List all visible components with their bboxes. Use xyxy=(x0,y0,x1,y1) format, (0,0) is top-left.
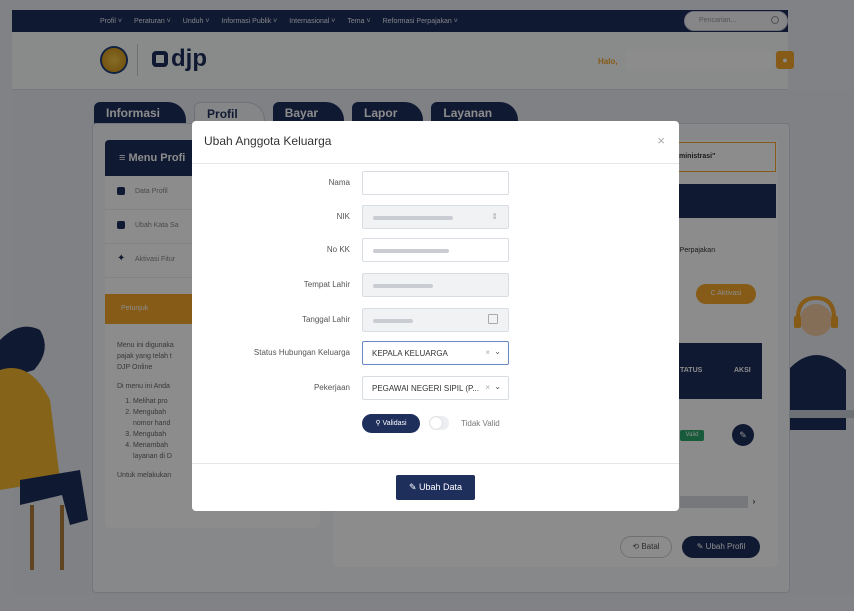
ubah-data-button[interactable]: ✎ Ubah Data xyxy=(396,475,475,500)
edit-family-member-dialog: Ubah Anggota Keluarga × Nama NIK ⇕ No KK… xyxy=(192,121,679,511)
chevron-down-icon[interactable]: ⌄ xyxy=(494,382,501,391)
divider xyxy=(192,163,679,164)
field-label: Tempat Lahir xyxy=(303,280,350,289)
validity-status: Tidak Valid xyxy=(461,419,500,428)
nama-field[interactable] xyxy=(362,171,509,195)
ubah-data-label: Ubah Data xyxy=(419,482,463,492)
redacted-value xyxy=(373,216,453,220)
edit-icon: ✎ xyxy=(408,482,417,492)
no-kk-field[interactable] xyxy=(362,238,509,262)
tanggal-lahir-field[interactable] xyxy=(362,308,509,332)
selected-value: KEPALA KELUARGA xyxy=(372,349,448,358)
clear-icon[interactable]: × xyxy=(485,383,490,392)
toggle-knob xyxy=(430,417,442,429)
selected-value: PEGAWAI NEGERI SIPIL (P... xyxy=(372,384,479,393)
pekerjaan-select[interactable]: PEGAWAI NEGERI SIPIL (P... × ⌄ xyxy=(362,376,509,400)
field-label: Nama xyxy=(328,178,350,187)
redacted-value xyxy=(373,249,449,253)
redacted-value xyxy=(373,319,413,323)
field-row-nama: Nama xyxy=(192,171,679,195)
validasi-button[interactable]: ⚲ Validasi xyxy=(362,414,420,433)
validity-toggle[interactable] xyxy=(429,416,449,430)
calendar-icon[interactable] xyxy=(488,314,498,324)
redacted-value xyxy=(373,284,433,288)
status-hubungan-select[interactable]: KEPALA KELUARGA × ⌄ xyxy=(362,341,509,365)
field-label: Status Hubungan Keluarga xyxy=(253,348,350,357)
field-label: Tanggal Lahir xyxy=(301,315,350,324)
field-row-nik: NIK ⇕ xyxy=(192,205,679,229)
field-label: NIK xyxy=(336,212,350,221)
nik-field[interactable]: ⇕ xyxy=(362,205,509,229)
field-row-status-hubungan: Status Hubungan Keluarga KEPALA KELUARGA… xyxy=(192,341,679,365)
clear-icon[interactable]: × xyxy=(485,348,490,357)
field-row-no-kk: No KK xyxy=(192,238,679,262)
tempat-lahir-field[interactable] xyxy=(362,273,509,297)
dialog-title: Ubah Anggota Keluarga xyxy=(204,134,332,148)
close-icon[interactable]: × xyxy=(657,133,665,148)
chevron-down-icon[interactable]: ⌄ xyxy=(494,347,501,356)
spinner-icon[interactable]: ⇕ xyxy=(491,212,498,221)
field-label: Pekerjaan xyxy=(313,383,350,392)
field-row-pekerjaan: Pekerjaan PEGAWAI NEGERI SIPIL (P... × ⌄ xyxy=(192,376,679,400)
search-icon: ⚲ xyxy=(375,420,381,427)
field-row-tanggal-lahir: Tanggal Lahir xyxy=(192,308,679,332)
field-row-tempat-lahir: Tempat Lahir xyxy=(192,273,679,297)
divider xyxy=(192,463,679,464)
field-label: No KK xyxy=(326,245,350,254)
validasi-label: Validasi xyxy=(382,420,407,427)
